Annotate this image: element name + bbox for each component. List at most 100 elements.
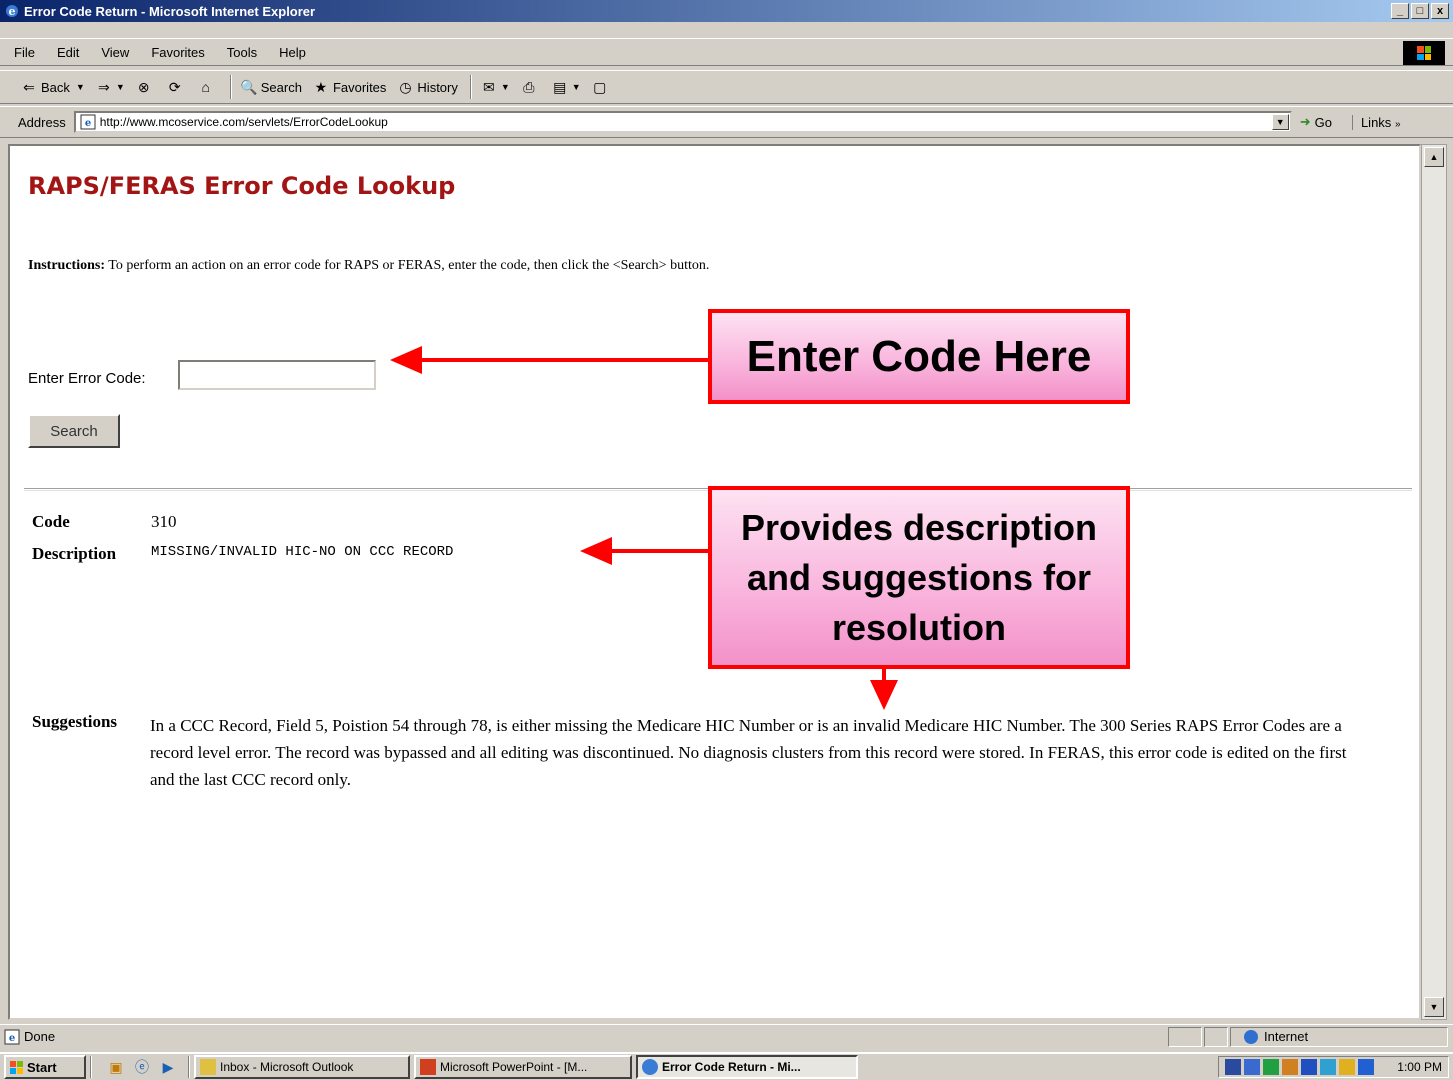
forward-button[interactable]: ⇒ ▼: [95, 78, 125, 96]
edit-button[interactable]: ▤ ▼: [551, 78, 581, 96]
windows-throbber-icon: [1403, 41, 1445, 65]
tray-icon[interactable]: [1225, 1059, 1242, 1075]
menu-help[interactable]: Help: [279, 45, 306, 60]
tray-icon[interactable]: [1263, 1059, 1280, 1075]
status-pane: [1168, 1027, 1202, 1047]
menu-edit[interactable]: Edit: [57, 45, 79, 60]
enter-code-callout-text: Enter Code Here: [746, 331, 1092, 381]
forward-arrow-icon: ⇒: [97, 78, 110, 95]
address-input[interactable]: e http://www.mcoservice.com/servlets/Err…: [73, 111, 1292, 133]
close-button[interactable]: x: [1431, 3, 1449, 19]
home-icon: ⌂: [201, 79, 210, 95]
mail-icon: ✉: [483, 78, 495, 95]
forward-dropdown-icon[interactable]: ▼: [116, 82, 125, 92]
standard-toolbar: ⇐ Back ▼ ⇒ ▼ ⊗ ⟳ ⌂ 🔍 Search ★ Favorites …: [0, 70, 1453, 104]
provides-description-callout: Provides description and suggestions for…: [708, 486, 1130, 669]
status-done: Done: [24, 1029, 56, 1044]
suggestions-value: In a CCC Record, Field 5, Poistion 54 th…: [150, 716, 1347, 789]
favorites-label: Favorites: [332, 79, 387, 95]
links-button[interactable]: Links »: [1351, 114, 1401, 130]
powerpoint-icon: [420, 1059, 436, 1075]
instructions: Instructions: To perform an action on an…: [28, 258, 709, 274]
title-bar[interactable]: e Error Code Return - Microsoft Internet…: [0, 0, 1453, 22]
clock[interactable]: 1:00 PM: [1397, 1060, 1442, 1074]
menu-view[interactable]: View: [101, 45, 129, 60]
print-button[interactable]: ⎙: [520, 78, 541, 96]
ie-quicklaunch-icon[interactable]: ⓔ: [132, 1057, 152, 1077]
stop-icon: ⊗: [137, 78, 150, 95]
code-label: Code: [32, 512, 70, 531]
refresh-icon: ⟳: [168, 78, 181, 95]
svg-text:e: e: [9, 1033, 15, 1044]
chevron-right-icon: »: [1394, 118, 1401, 130]
minimize-button[interactable]: _: [1391, 3, 1409, 19]
scroll-down-icon[interactable]: ▼: [1424, 997, 1444, 1017]
search-button[interactable]: 🔍 Search: [240, 78, 302, 96]
tray-icon[interactable]: [1358, 1059, 1375, 1075]
task-outlook[interactable]: Inbox - Microsoft Outlook: [194, 1055, 410, 1079]
window-controls: _ □ x: [1391, 3, 1449, 19]
page-icon: e: [80, 114, 96, 130]
search-label: Search: [260, 79, 302, 95]
start-button[interactable]: Start: [4, 1055, 86, 1079]
edit-dropdown-icon[interactable]: ▼: [572, 82, 581, 92]
address-dropdown-icon[interactable]: ▼: [1271, 114, 1289, 130]
enter-code-callout: Enter Code Here: [708, 309, 1130, 404]
tray-icon[interactable]: [1244, 1059, 1261, 1075]
svg-text:e: e: [85, 118, 91, 129]
svg-text:e: e: [9, 5, 16, 18]
discuss-icon: ▢: [593, 78, 607, 95]
mail-dropdown-icon[interactable]: ▼: [501, 82, 510, 92]
go-arrow-icon: ➜: [1299, 114, 1311, 129]
suggestions-label: Suggestions: [32, 712, 118, 731]
scroll-up-icon[interactable]: ▲: [1424, 147, 1444, 167]
toolbar-separator: [469, 75, 472, 99]
mail-button[interactable]: ✉ ▼: [480, 78, 510, 96]
menu-bar: File Edit View Favorites Tools Help: [0, 38, 1453, 66]
favorites-button[interactable]: ★ Favorites: [312, 78, 387, 96]
history-button[interactable]: ◷ History: [396, 78, 458, 96]
show-desktop-icon[interactable]: ▣: [106, 1057, 126, 1077]
home-button[interactable]: ⌂: [197, 78, 218, 96]
favorites-icon: ★: [314, 78, 328, 95]
back-dropdown-icon[interactable]: ▼: [76, 82, 85, 92]
tray-icon[interactable]: [1320, 1059, 1337, 1075]
status-bar: e Done Internet: [0, 1024, 1453, 1048]
history-label: History: [417, 79, 458, 95]
go-button[interactable]: ➜ Go: [1300, 114, 1332, 130]
description-label: Description: [32, 544, 117, 563]
stop-button[interactable]: ⊗: [135, 78, 156, 96]
vertical-scrollbar[interactable]: ▲ ▼: [1421, 144, 1447, 1020]
task-powerpoint-label: Microsoft PowerPoint - [M...: [440, 1060, 588, 1074]
refresh-button[interactable]: ⟳: [166, 78, 187, 96]
status-pane: [1204, 1027, 1228, 1047]
address-bar: Address e http://www.mcoservice.com/serv…: [0, 106, 1453, 138]
start-label: Start: [27, 1059, 57, 1075]
ie-logo-icon: e: [6, 5, 18, 18]
back-button[interactable]: ⇐ Back ▼: [20, 78, 85, 96]
browser-window: e Error Code Return - Microsoft Internet…: [0, 0, 1453, 1080]
task-powerpoint[interactable]: Microsoft PowerPoint - [M...: [414, 1055, 632, 1079]
toolbar-separator: [229, 75, 232, 99]
status-text: e Done: [4, 1029, 55, 1045]
search-submit-button[interactable]: Search: [28, 414, 120, 448]
tray-icon[interactable]: [1339, 1059, 1356, 1075]
media-player-icon[interactable]: ▶: [158, 1057, 178, 1077]
menu-file[interactable]: File: [14, 45, 35, 60]
error-code-input[interactable]: [178, 360, 376, 390]
address-url[interactable]: http://www.mcoservice.com/servlets/Error…: [100, 115, 388, 129]
task-ie[interactable]: Error Code Return - Mi...: [636, 1055, 858, 1079]
code-value: 310: [151, 512, 177, 531]
edit-icon: ▤: [553, 78, 567, 95]
tray-icon[interactable]: [1282, 1059, 1299, 1075]
go-label: Go: [1314, 114, 1332, 130]
menu-favorites[interactable]: Favorites: [151, 45, 204, 60]
window-title: Error Code Return - Microsoft Internet E…: [24, 3, 316, 19]
back-arrow-icon: ⇐: [23, 78, 35, 95]
discuss-button[interactable]: ▢: [591, 78, 612, 96]
menu-tools[interactable]: Tools: [227, 45, 257, 60]
tray-icon[interactable]: [1301, 1059, 1318, 1075]
maximize-button[interactable]: □: [1411, 3, 1429, 19]
instructions-text: To perform an action on an error code fo…: [105, 258, 710, 273]
task-ie-label: Error Code Return - Mi...: [662, 1060, 801, 1074]
